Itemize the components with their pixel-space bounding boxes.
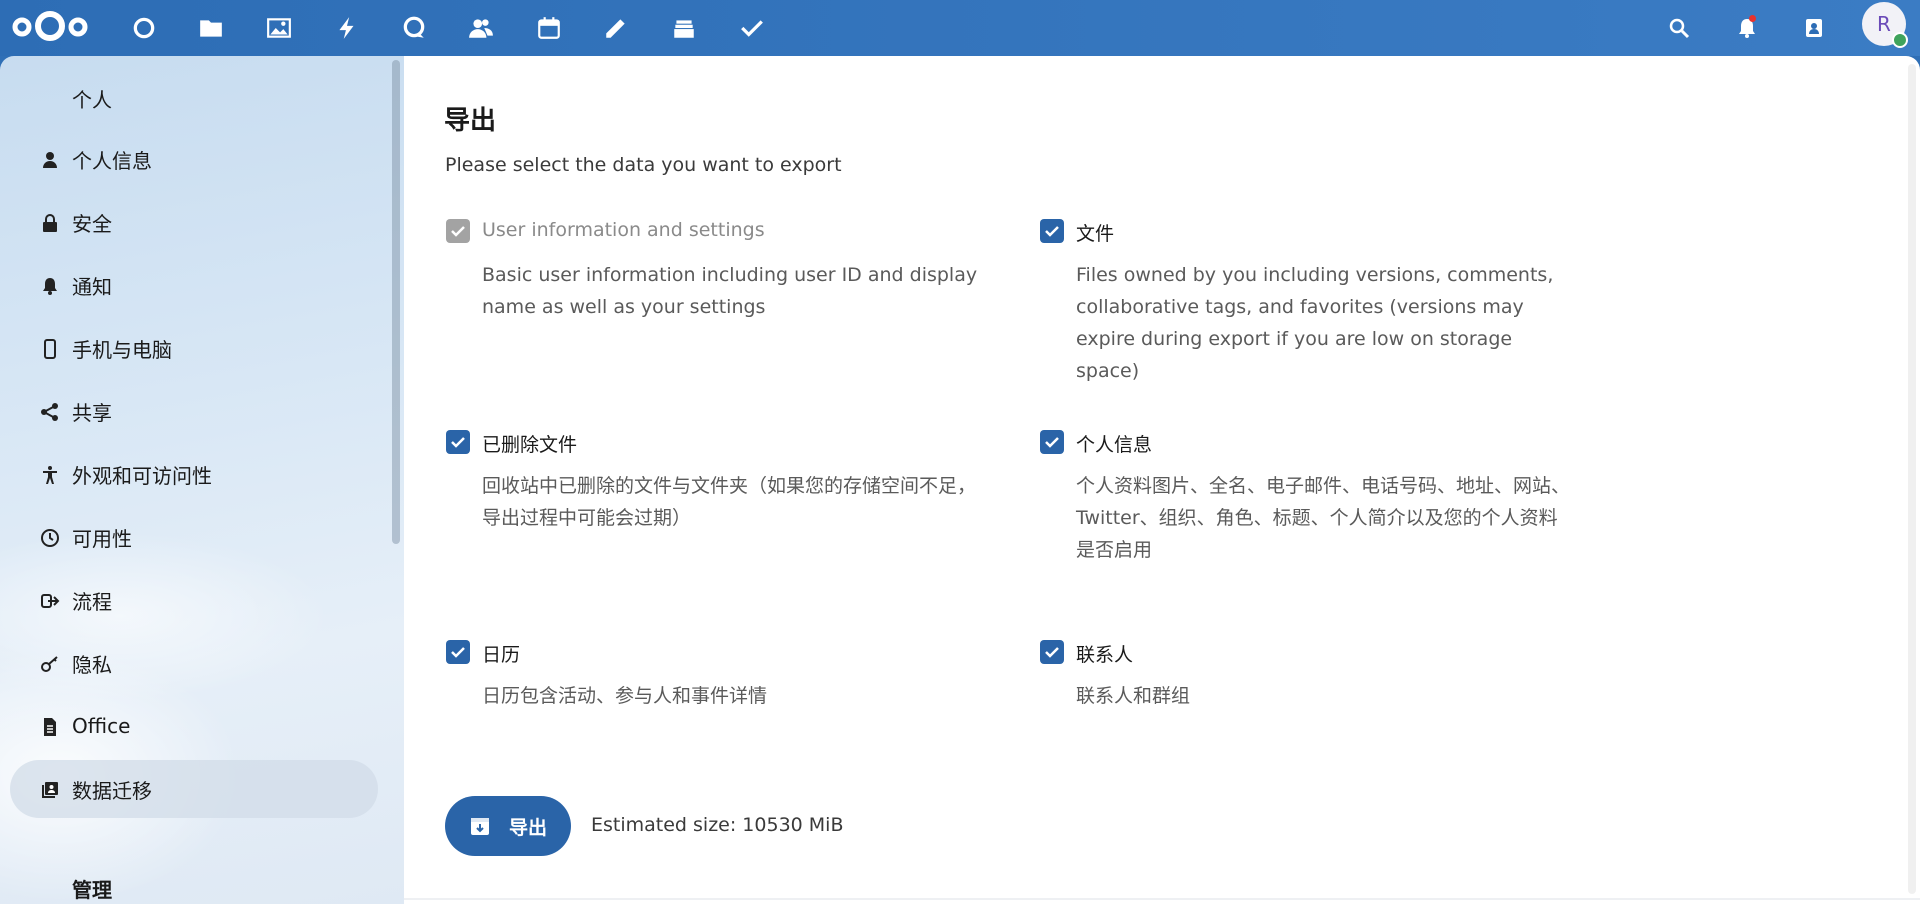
sidebar-item-label: 个人信息	[72, 148, 152, 173]
sidebar-item-personal-info[interactable]: 个人信息	[10, 130, 378, 188]
checkmark-icon	[1045, 437, 1059, 448]
calendar-icon[interactable]	[530, 9, 568, 47]
files-icon[interactable]	[192, 9, 230, 47]
document-icon	[40, 717, 60, 737]
option-label: User information and settings	[482, 219, 765, 241]
sidebar-item-label: 数据迁移	[72, 778, 152, 803]
sidebar-item-label: 通知	[72, 274, 112, 299]
notifications-icon[interactable]	[1728, 9, 1766, 47]
dashboard-icon[interactable]	[125, 9, 163, 47]
checkbox-profile[interactable]	[1040, 430, 1064, 454]
export-button-label: 导出	[509, 817, 548, 839]
archive-icon	[469, 815, 491, 837]
sidebar-item-sharing[interactable]: 共享	[10, 382, 378, 440]
option-description: Files owned by you including versions, c…	[1076, 264, 1554, 382]
sidebar-item-privacy[interactable]: 隐私	[10, 634, 378, 692]
tasks-icon[interactable]	[733, 9, 771, 47]
sidebar-item-label: 安全	[72, 211, 112, 236]
sidebar-item-label: 可用性	[72, 526, 132, 551]
app-shell: 个人 个人信息 安全 通知 手机与电脑 共享 外观和可访问性 可用性 流程 隐私…	[0, 56, 1920, 904]
checkbox-files[interactable]	[1040, 219, 1064, 243]
top-header: R	[0, 0, 1920, 56]
page-subtitle: Please select the data you want to expor…	[445, 154, 842, 176]
checkmark-icon	[1045, 647, 1059, 658]
sidebar-item-security[interactable]: 安全	[10, 193, 378, 251]
estimated-size: Estimated size: 10530 MiB	[591, 814, 844, 836]
page-title: 导出	[444, 106, 497, 136]
option-description: 回收站中已删除的文件与文件夹（如果您的存储空间不足，导出过程中可能会过期）	[482, 475, 977, 529]
checkbox-user-settings[interactable]	[446, 219, 470, 243]
sidebar-item-notifications[interactable]: 通知	[10, 256, 378, 314]
checkmark-icon	[451, 647, 465, 658]
avatar-letter: R	[1877, 12, 1891, 36]
option-label: 文件	[1076, 223, 1115, 245]
sidebar-item-data-migration[interactable]: 数据迁移	[10, 760, 378, 818]
online-status-dot	[1892, 32, 1908, 48]
admin-section-title: 管理	[72, 878, 112, 902]
person-icon	[40, 150, 60, 170]
contacts-menu-icon[interactable]	[1795, 9, 1833, 47]
checkmark-icon	[1045, 226, 1059, 237]
accessibility-icon	[40, 465, 60, 485]
sidebar-item-devices[interactable]: 手机与电脑	[10, 319, 378, 377]
sidebar-item-label: 手机与电脑	[72, 337, 172, 362]
checkmark-icon	[451, 226, 465, 237]
notes-icon[interactable]	[597, 9, 635, 47]
settings-sidebar: 个人 个人信息 安全 通知 手机与电脑 共享 外观和可访问性 可用性 流程 隐私…	[0, 56, 404, 904]
clock-icon	[40, 528, 60, 548]
sidebar-item-label: 流程	[72, 589, 112, 614]
key-icon	[40, 654, 60, 674]
activity-icon[interactable]	[328, 9, 366, 47]
talk-icon[interactable]	[395, 9, 433, 47]
option-description: Basic user information including user ID…	[482, 264, 978, 318]
export-button[interactable]: 导出	[445, 796, 571, 856]
contacts-icon[interactable]	[462, 9, 500, 47]
search-icon[interactable]	[1660, 9, 1698, 47]
main-content: 导出 Please select the data you want to ex…	[404, 56, 1920, 904]
sidebar-scrollbar[interactable]	[392, 60, 400, 544]
checkmark-icon	[451, 437, 465, 448]
sidebar-item-label: Office	[72, 714, 131, 738]
sidebar-item-label: 共享	[72, 400, 112, 425]
sidebar-item-office[interactable]: Office	[10, 697, 378, 755]
sidebar-item-label: 隐私	[72, 652, 112, 677]
option-label: 日历	[482, 644, 521, 666]
option-label: 个人信息	[1076, 434, 1153, 456]
migration-icon	[40, 780, 60, 800]
option-description: 个人资料图片、全名、电子邮件、电话号码、地址、网站、Twitter、组织、角色、…	[1076, 475, 1571, 561]
checkbox-calendar[interactable]	[446, 640, 470, 664]
bell-icon	[40, 276, 60, 296]
photos-icon[interactable]	[260, 9, 298, 47]
nextcloud-logo[interactable]	[8, 6, 92, 46]
sidebar-item-label: 外观和可访问性	[72, 463, 212, 488]
deck-icon[interactable]	[665, 9, 703, 47]
sidebar-item-availability[interactable]: 可用性	[10, 508, 378, 566]
notification-dot	[1749, 15, 1756, 22]
option-label: 联系人	[1076, 644, 1134, 666]
option-label: 已删除文件	[482, 434, 578, 456]
main-scrollbar[interactable]	[1908, 64, 1916, 894]
checkbox-trashbin[interactable]	[446, 430, 470, 454]
sidebar-item-accessibility[interactable]: 外观和可访问性	[10, 445, 378, 503]
option-description: 日历包含活动、参与人和事件详情	[482, 685, 768, 707]
share-icon	[40, 402, 60, 422]
lock-icon	[40, 213, 60, 233]
personal-section-title: 个人	[72, 88, 112, 112]
option-description: 联系人和群组	[1076, 685, 1191, 707]
flow-icon	[40, 591, 60, 611]
sidebar-item-flow[interactable]: 流程	[10, 571, 378, 629]
checkbox-contacts[interactable]	[1040, 640, 1064, 664]
divider	[404, 898, 1920, 900]
phone-icon	[40, 339, 60, 359]
